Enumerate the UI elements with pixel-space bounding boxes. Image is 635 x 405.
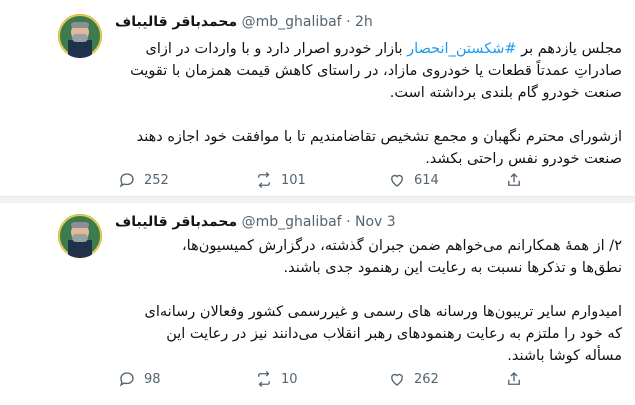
avatar[interactable] bbox=[58, 214, 102, 258]
text-segment: مجلس یازدهم بر bbox=[516, 41, 622, 57]
text-segment: بازار خودرو اصرار دارد و با واردات در از… bbox=[145, 41, 408, 57]
avatar-image bbox=[58, 14, 102, 58]
tweet-actions: 252 101 614 bbox=[118, 171, 538, 191]
reply-icon bbox=[119, 173, 134, 188]
like-icon bbox=[391, 174, 403, 187]
retweet-button[interactable]: 10 bbox=[255, 370, 298, 388]
separator: · bbox=[346, 14, 351, 30]
retweet-count: 10 bbox=[281, 371, 298, 387]
reply-button[interactable]: 252 bbox=[118, 171, 169, 189]
author-handle[interactable]: @mb_ghalibaf bbox=[242, 214, 342, 230]
timestamp[interactable]: 2h bbox=[355, 14, 373, 30]
separator: · bbox=[346, 214, 351, 230]
tweet[interactable]: محمدباقر قالیباف @mb_ghalibaf · 2h مجلس … bbox=[0, 0, 635, 197]
tweet-text: مجلس یازدهم بر #شکستن_انحصار بازار خودرو… bbox=[112, 38, 622, 170]
reply-button[interactable]: 98 bbox=[118, 370, 161, 388]
tweet[interactable]: محمدباقر قالیباف @mb_ghalibaf · Nov 3 ۲/… bbox=[0, 203, 635, 405]
tweet-header: محمدباقر قالیباف @mb_ghalibaf · 2h bbox=[115, 14, 373, 34]
share-button[interactable] bbox=[505, 370, 523, 392]
avatar-image bbox=[58, 214, 102, 258]
author-handle[interactable]: @mb_ghalibaf bbox=[242, 14, 342, 30]
like-count: 262 bbox=[414, 371, 439, 387]
share-icon bbox=[508, 173, 520, 186]
like-button[interactable]: 614 bbox=[388, 171, 439, 189]
retweet-icon bbox=[258, 172, 270, 188]
retweet-icon bbox=[258, 371, 270, 387]
reply-count: 98 bbox=[144, 371, 161, 387]
reply-count: 252 bbox=[144, 172, 169, 188]
author-name[interactable]: محمدباقر قالیباف bbox=[115, 214, 237, 230]
avatar[interactable] bbox=[58, 14, 102, 58]
retweet-button[interactable]: 101 bbox=[255, 171, 306, 189]
like-count: 614 bbox=[414, 172, 439, 188]
tweet-text: ۲/ از همۀ همکارانم می‌خواهم ضمن جبران گذ… bbox=[144, 238, 623, 364]
share-button[interactable] bbox=[505, 171, 523, 193]
timestamp[interactable]: Nov 3 bbox=[355, 214, 396, 230]
like-icon bbox=[391, 373, 403, 386]
tweet-actions: 98 10 262 bbox=[118, 370, 538, 390]
like-button[interactable]: 262 bbox=[388, 370, 439, 388]
tweet-header: محمدباقر قالیباف @mb_ghalibaf · Nov 3 bbox=[115, 214, 396, 234]
tweet-text-line1: مجلس یازدهم بر #شکستن_انحصار بازار خودرو… bbox=[145, 41, 622, 57]
retweet-count: 101 bbox=[281, 172, 306, 188]
tweet-text-rest: صادراتِ عمدتاً قطعات یا خودروی مازاد، در… bbox=[130, 63, 622, 167]
reply-icon bbox=[119, 372, 134, 387]
hashtag-link[interactable]: #شکستن_انحصار bbox=[407, 41, 516, 57]
author-name[interactable]: محمدباقر قالیباف bbox=[115, 14, 237, 30]
share-icon bbox=[508, 372, 520, 385]
